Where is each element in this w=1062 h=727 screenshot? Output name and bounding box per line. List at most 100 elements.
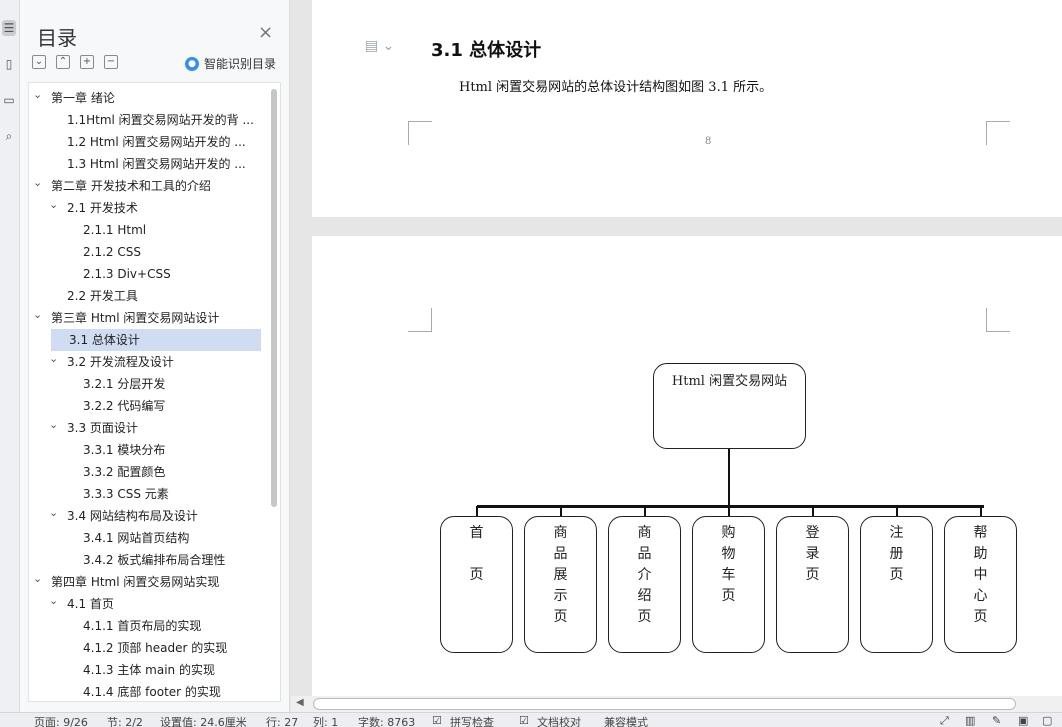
toc-item[interactable]: 1.2 Html 闲置交易网站开发的 ... bbox=[29, 131, 261, 153]
proofread-icon[interactable]: ☑ bbox=[519, 714, 529, 727]
expand-arrow-icon[interactable]: ⌄ bbox=[33, 87, 42, 106]
toc-item[interactable]: 3.2.1 分层开发 bbox=[29, 373, 261, 395]
toc-item-label: 第四章 Html 闲置交易网站实现 bbox=[51, 575, 220, 589]
toc-item-label: 4.1.3 主体 main 的实现 bbox=[83, 663, 215, 677]
toc-item-label: 3.3.1 模块分布 bbox=[83, 443, 166, 457]
toc-item[interactable]: 3.3.2 配置颜色 bbox=[29, 461, 261, 483]
toc-item[interactable]: ⌄ 第一章 绪论 bbox=[29, 87, 261, 109]
status-row: 行: 27 bbox=[266, 716, 299, 727]
toc-item[interactable]: 3.3.3 CSS 元素 bbox=[29, 483, 261, 505]
toc-item-label: 3.2.2 代码编写 bbox=[83, 399, 166, 413]
expand-arrow-icon[interactable]: ⌄ bbox=[49, 505, 58, 524]
toc-scrollbar[interactable] bbox=[271, 89, 277, 507]
page-number: 8 bbox=[705, 136, 712, 147]
margin-corner bbox=[986, 121, 1010, 145]
toc-item-label: 3.1 总体设计 bbox=[69, 333, 140, 347]
toc-item-label: 3.2.1 分层开发 bbox=[83, 377, 166, 391]
toc-item[interactable]: 3.1 总体设计 bbox=[51, 329, 261, 351]
scroll-left-icon[interactable]: ◀ bbox=[296, 697, 304, 708]
toc-item-label: 2.2 开发工具 bbox=[67, 289, 138, 303]
page-icon[interactable]: ▭ bbox=[2, 92, 16, 108]
toc-item[interactable]: 3.3.1 模块分布 bbox=[29, 439, 261, 461]
toc-item[interactable]: 1.3 Html 闲置交易网站开发的 ... bbox=[29, 153, 261, 175]
document-page: Html 闲置交易网站 首 页 商 品 展 示 页 商 品 介 绍 页 购 物 车 页… bbox=[312, 236, 1062, 712]
expand-arrow-icon[interactable]: ⌄ bbox=[49, 593, 58, 612]
toc-item-label: 3.3.3 CSS 元素 bbox=[83, 487, 169, 501]
horizontal-scrollbar[interactable]: ◀ bbox=[291, 696, 1062, 712]
toc-item[interactable]: ⌄ 3.4 网站结构布局及设计 bbox=[29, 505, 261, 527]
status-page[interactable]: 页面: 9/26 bbox=[34, 714, 88, 727]
toc-item[interactable]: 2.1.3 Div+CSS bbox=[29, 263, 261, 285]
margin-corner bbox=[408, 121, 432, 145]
smart-toc-button[interactable]: ● 智能识别目录 bbox=[185, 55, 276, 72]
toc-item[interactable]: ⌄ 3.3 页面设计 bbox=[29, 417, 261, 439]
diagram-child-box: 登 录 页 bbox=[776, 516, 849, 653]
status-words[interactable]: 字数: 8763 bbox=[358, 714, 415, 727]
connector-line bbox=[728, 449, 730, 506]
toc-item[interactable]: 2.1.2 CSS bbox=[29, 241, 261, 263]
toc-item[interactable]: 3.2.2 代码编写 bbox=[29, 395, 261, 417]
fullscreen-icon[interactable]: ⤢ bbox=[940, 714, 949, 727]
paragraph-marker-icon[interactable]: ▤ ⌄ bbox=[365, 38, 394, 54]
diagram-root-box: Html 闲置交易网站 bbox=[653, 363, 806, 449]
toc-item[interactable]: 4.1.2 顶部 header 的实现 bbox=[29, 637, 261, 659]
web-view-icon[interactable]: ▢ bbox=[1042, 714, 1052, 727]
toc-item[interactable]: ⌄ 第三章 Html 闲置交易网站设计 bbox=[29, 307, 261, 329]
remove-heading-icon[interactable]: − bbox=[104, 55, 118, 69]
expand-arrow-icon[interactable]: ⌄ bbox=[49, 197, 58, 216]
toc-item-label: 第二章 开发技术和工具的介绍 bbox=[51, 179, 211, 193]
page-view-icon[interactable]: ▣ bbox=[1018, 714, 1028, 727]
toc-item[interactable]: ⌄ 第四章 Html 闲置交易网站实现 bbox=[29, 571, 261, 593]
toc-item[interactable]: 2.1.1 Html bbox=[29, 219, 261, 241]
collapse-level-icon[interactable]: ⌄ bbox=[32, 55, 46, 69]
toc-list: ⌄ 第一章 绪论 1.1Html 闲置交易网站开发的背 ... 1.2 Html 闲置… bbox=[28, 82, 281, 702]
section-heading: 3.1 总体设计 bbox=[431, 40, 542, 61]
diagram-child-label: 商 品 展 示 页 bbox=[553, 525, 568, 625]
diagram-child-label: 帮 助 中 心 页 bbox=[973, 525, 988, 625]
toc-title: 目录 bbox=[37, 26, 77, 50]
expand-arrow-icon[interactable]: ⌄ bbox=[49, 417, 58, 436]
search-icon[interactable]: ⌕ bbox=[2, 128, 16, 144]
toc-item[interactable]: 3.4.2 板式编排布局合理性 bbox=[29, 549, 261, 571]
status-proof[interactable]: 文档校对 bbox=[537, 714, 581, 727]
diagram-child-label: 商 品 介 绍 页 bbox=[637, 525, 652, 625]
toc-item-label: 3.3 页面设计 bbox=[67, 421, 138, 435]
left-toolbar: ☰ ▯ ▭ ⌕ bbox=[0, 0, 20, 712]
expand-arrow-icon[interactable]: ⌄ bbox=[49, 351, 58, 370]
add-heading-icon[interactable]: + bbox=[80, 55, 94, 69]
toc-item[interactable]: ⌄ 2.1 开发技术 bbox=[29, 197, 261, 219]
toc-item[interactable]: ⌄ 3.2 开发流程及设计 bbox=[29, 351, 261, 373]
toc-item-label: 第一章 绪论 bbox=[51, 91, 115, 105]
expand-arrow-icon[interactable]: ⌄ bbox=[33, 175, 42, 194]
status-compat: 兼容模式 bbox=[604, 716, 648, 727]
toc-item[interactable]: 2.2 开发工具 bbox=[29, 285, 261, 307]
toc-toggle-icon[interactable]: ☰ bbox=[2, 20, 16, 36]
diagram-child-box: 购 物 车 页 bbox=[692, 516, 765, 653]
toc-item[interactable]: 4.1.1 首页布局的实现 bbox=[29, 615, 261, 637]
toc-item[interactable]: 4.1.4 底部 footer 的实现 bbox=[29, 681, 261, 701]
expand-arrow-icon[interactable]: ⌄ bbox=[33, 307, 42, 326]
diagram-child-label: 登 录 页 bbox=[805, 525, 820, 583]
toc-item[interactable]: 1.1Html 闲置交易网站开发的背 ... bbox=[29, 109, 261, 131]
diagram-child-box: 注 册 页 bbox=[860, 516, 933, 653]
toc-item[interactable]: ⌄ 第二章 开发技术和工具的介绍 bbox=[29, 175, 261, 197]
scrollbar-thumb[interactable] bbox=[313, 698, 1016, 710]
bookmark-icon[interactable]: ▯ bbox=[2, 56, 16, 72]
spell-check-icon[interactable]: ☑ bbox=[432, 714, 442, 727]
expand-level-icon[interactable]: ⌃ bbox=[56, 55, 70, 69]
toc-item-label: 1.3 Html 闲置交易网站开发的 ... bbox=[67, 157, 246, 171]
toc-item-label: 3.4.1 网站首页结构 bbox=[83, 531, 190, 545]
expand-arrow-icon[interactable]: ⌄ bbox=[33, 571, 42, 590]
read-mode-icon[interactable]: ▥ bbox=[965, 714, 975, 727]
toc-item[interactable]: 4.1.3 主体 main 的实现 bbox=[29, 659, 261, 681]
toc-item[interactable]: 3.4.1 网站首页结构 bbox=[29, 527, 261, 549]
edit-mode-icon[interactable]: ✎ bbox=[992, 714, 1001, 727]
toc-item-label: 4.1 首页 bbox=[67, 597, 114, 611]
status-spell[interactable]: 拼写检查 bbox=[450, 714, 494, 727]
diagram-child-label: 注 册 页 bbox=[889, 525, 904, 583]
toc-item[interactable]: ⌄ 4.1 首页 bbox=[29, 593, 261, 615]
diagram-child-label: 购 物 车 页 bbox=[721, 525, 736, 604]
close-icon[interactable]: × bbox=[258, 24, 273, 42]
status-section: 节: 2/2 bbox=[107, 716, 143, 727]
margin-corner bbox=[986, 308, 1010, 332]
